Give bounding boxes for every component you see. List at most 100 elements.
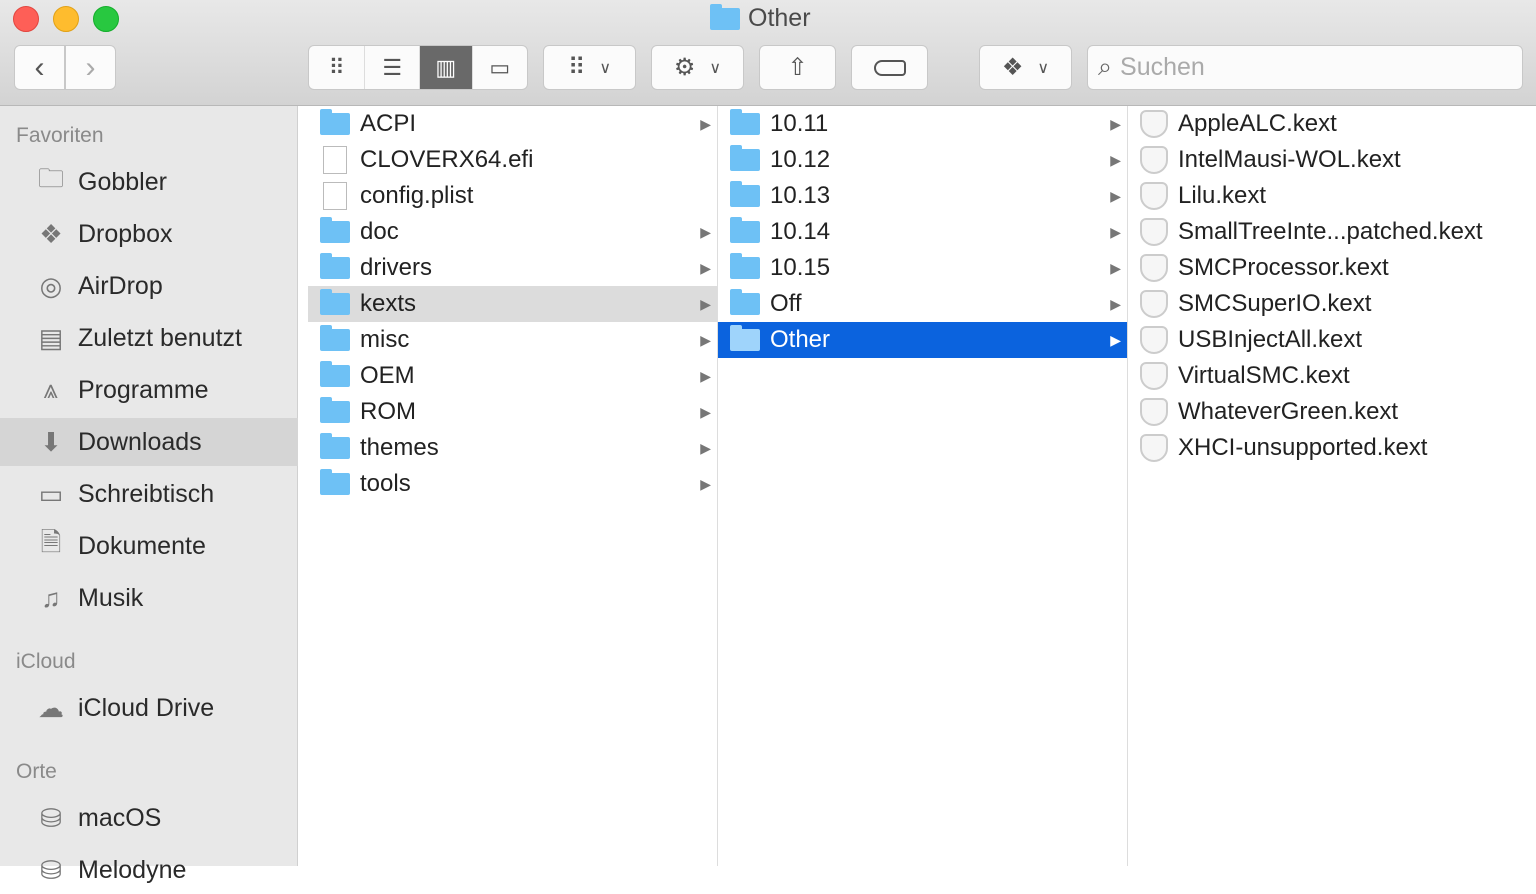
folder-icon	[320, 253, 350, 279]
list-item[interactable]: kexts ▶	[308, 286, 717, 322]
list-item[interactable]: AppleALC.kext	[1128, 106, 1536, 142]
forward-button[interactable]: ›	[65, 45, 116, 90]
list-item[interactable]: SMCProcessor.kext	[1128, 250, 1536, 286]
column-3: AppleALC.kext IntelMausi-WOL.kext Lilu.kex…	[1128, 106, 1536, 866]
folder-icon	[320, 469, 350, 495]
sidebar-item[interactable]: 🗀 Gobbler	[0, 158, 298, 206]
list-item[interactable]: tools ▶	[308, 466, 717, 502]
sidebar-item-label: Dropbox	[78, 219, 173, 248]
list-item[interactable]: misc ▶	[308, 322, 717, 358]
sidebar-item-label: Zuletzt benutzt	[78, 323, 242, 352]
list-item[interactable]: XHCI-unsupported.kext	[1128, 430, 1536, 466]
disclosure-arrow-icon: ▶	[700, 295, 711, 312]
sidebar-item[interactable]: 🗎 Dokumente	[0, 522, 298, 570]
group-button[interactable]: ⠿ ∨	[543, 45, 636, 90]
item-name: SmallTreeInte...patched.kext	[1178, 218, 1483, 245]
item-name: 10.14	[770, 218, 831, 245]
list-item[interactable]: OEM ▶	[308, 358, 717, 394]
folder-icon	[730, 109, 760, 135]
sidebar-item[interactable]: ☁ iCloud Drive	[0, 684, 298, 732]
list-item[interactable]: ROM ▶	[308, 394, 717, 430]
folder-icon	[730, 289, 760, 315]
item-name: Lilu.kext	[1178, 182, 1267, 209]
list-item[interactable]: 10.12 ▶	[718, 142, 1127, 178]
sidebar-item-label: macOS	[78, 803, 162, 832]
kext-icon	[1140, 182, 1168, 210]
list-item[interactable]: CLOVERX64.efi	[308, 142, 717, 178]
column-view-icon[interactable]: ▥	[419, 46, 473, 89]
list-item[interactable]: 10.11 ▶	[718, 106, 1127, 142]
item-name: SMCSuperIO.kext	[1178, 290, 1372, 317]
group-icon: ⠿	[567, 54, 586, 81]
gallery-view-icon[interactable]: ▭	[473, 46, 528, 89]
search-input[interactable]: ⌕ Suchen	[1087, 45, 1523, 90]
folder-icon	[320, 361, 350, 387]
list-item[interactable]: WhateverGreen.kext	[1128, 394, 1536, 430]
folder-icon	[730, 181, 760, 207]
chevron-down-icon: ∨	[599, 59, 612, 77]
list-item[interactable]: drivers ▶	[308, 250, 717, 286]
list-item[interactable]: VirtualSMC.kext	[1128, 358, 1536, 394]
list-item[interactable]: config.plist	[308, 178, 717, 214]
sidebar-item[interactable]: ⩓ Programme	[0, 366, 298, 414]
downloads-icon: ⬇	[40, 426, 62, 457]
dropbox-icon: ❖	[39, 218, 63, 249]
list-item[interactable]: USBInjectAll.kext	[1128, 322, 1536, 358]
sidebar-item[interactable]: ⛁ Melodyne	[0, 846, 298, 894]
dropbox-button[interactable]: ❖ ∨	[979, 45, 1072, 90]
sidebar-item[interactable]: ▭ Schreibtisch	[0, 470, 298, 518]
item-name: misc	[360, 326, 410, 353]
list-item[interactable]: themes ▶	[308, 430, 717, 466]
item-name: Other	[770, 326, 831, 353]
back-button[interactable]: ‹	[14, 45, 65, 90]
disclosure-arrow-icon: ▶	[1110, 115, 1121, 132]
list-item[interactable]: Lilu.kext	[1128, 178, 1536, 214]
folder-icon	[320, 109, 350, 135]
list-item[interactable]: SmallTreeInte...patched.kext	[1128, 214, 1536, 250]
icon-view-icon[interactable]: ⠿	[309, 46, 366, 89]
share-button[interactable]: ⇧	[759, 45, 836, 90]
kext-icon	[1140, 326, 1168, 354]
toolbar: Other ‹ › ⠿ ☰ ▥ ▭ ⠿ ∨ ⚙ ∨ ⇧ ❖ ∨ ⌕ Suchen	[0, 0, 1536, 106]
item-name: config.plist	[360, 182, 474, 209]
item-name: XHCI-unsupported.kext	[1178, 434, 1428, 461]
minimize-button[interactable]	[53, 6, 79, 32]
list-view-icon[interactable]: ☰	[365, 46, 420, 89]
tag-icon	[873, 59, 906, 76]
close-button[interactable]	[13, 6, 39, 32]
tag-button[interactable]	[851, 45, 928, 90]
item-name: SMCProcessor.kext	[1178, 254, 1389, 281]
sidebar-item[interactable]: ❖ Dropbox	[0, 210, 298, 258]
item-name: ACPI	[360, 110, 417, 137]
sidebar-item[interactable]: ⛁ macOS	[0, 794, 298, 842]
list-item[interactable]: 10.13 ▶	[718, 178, 1127, 214]
kext-icon	[1140, 398, 1168, 426]
sidebar-item[interactable]: ▤ Zuletzt benutzt	[0, 314, 298, 362]
kext-icon	[1140, 110, 1168, 138]
disclosure-arrow-icon: ▶	[700, 439, 711, 456]
zoom-button[interactable]	[93, 6, 119, 32]
item-name: OEM	[360, 362, 415, 389]
sidebar-item[interactable]: ⬇ Downloads	[0, 418, 298, 466]
list-item[interactable]: ACPI ▶	[308, 106, 717, 142]
sidebar-item[interactable]: ◎ AirDrop	[0, 262, 298, 310]
list-item[interactable]: Other ▶	[718, 322, 1127, 358]
item-name: drivers	[360, 254, 433, 281]
list-item[interactable]: 10.15 ▶	[718, 250, 1127, 286]
list-item[interactable]: SMCSuperIO.kext	[1128, 286, 1536, 322]
sidebar-header: iCloud	[16, 650, 76, 673]
sidebar-item[interactable]: ♫ Musik	[0, 574, 298, 622]
list-item[interactable]: Off ▶	[718, 286, 1127, 322]
gear-icon: ⚙	[673, 54, 696, 81]
kext-icon	[1140, 146, 1168, 174]
disclosure-arrow-icon: ▶	[700, 115, 711, 132]
list-item[interactable]: 10.14 ▶	[718, 214, 1127, 250]
action-button[interactable]: ⚙ ∨	[651, 45, 744, 90]
item-name: USBInjectAll.kext	[1178, 326, 1363, 353]
file-icon	[323, 146, 347, 174]
list-item[interactable]: IntelMausi-WOL.kext	[1128, 142, 1536, 178]
list-item[interactable]: doc ▶	[308, 214, 717, 250]
sidebar-item-label: iCloud Drive	[78, 693, 215, 722]
folder-icon	[320, 289, 350, 315]
kext-icon	[1140, 434, 1168, 462]
